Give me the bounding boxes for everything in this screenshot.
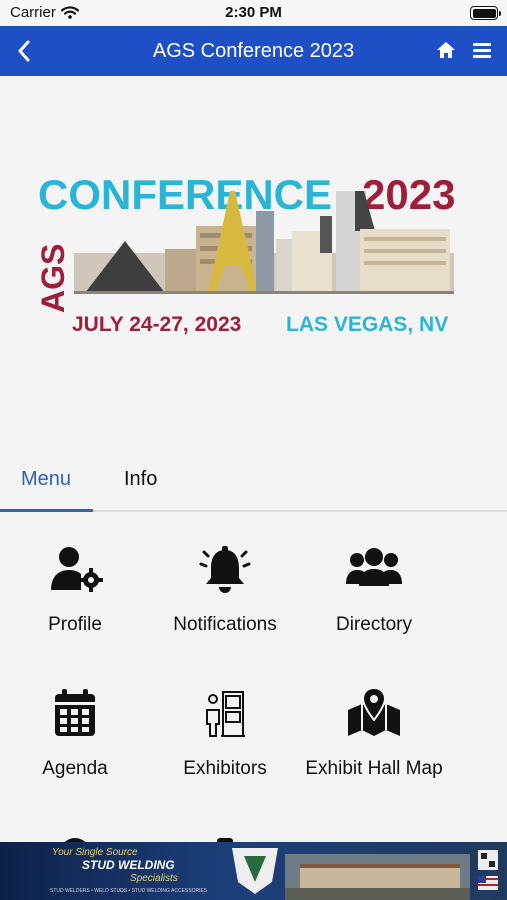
calendar-icon (55, 689, 95, 736)
conference-logo: CONFERENCE 2023 AGS JULY 24-27, 2023 LAS… (35, 171, 455, 336)
navigation-bar: AGS Conference 2023 (0, 26, 507, 76)
ad-tagline: Your Single Source (52, 847, 138, 858)
menu-item-agenda[interactable]: Agenda (0, 688, 155, 779)
users-icon (346, 548, 402, 586)
menu-item-exhibit-hall-map[interactable]: Exhibit Hall Map (294, 688, 454, 779)
ad-subline: Specialists (130, 873, 178, 884)
battery-icon (470, 6, 501, 20)
tab-menu[interactable]: Menu (21, 468, 71, 491)
status-time: 2:30 PM (225, 4, 282, 21)
menu-item-label: Agenda (42, 758, 108, 779)
status-bar: Carrier 2:30 PM (0, 0, 507, 26)
menu-item-label: Exhibit Hall Map (305, 758, 443, 779)
tab-bar: Menu Info (0, 442, 507, 512)
hamburger-icon[interactable] (471, 39, 493, 61)
home-icon[interactable] (435, 39, 457, 61)
logo-dates: JULY 24-27, 2023 (72, 313, 241, 336)
menu-item-exhibitors[interactable]: Exhibitors (145, 688, 305, 779)
menu-item-label: Directory (335, 614, 412, 635)
menu-item-label: Exhibitors (183, 758, 267, 779)
logo-year: 2023 (362, 171, 455, 218)
battery-level (472, 8, 496, 18)
user-gear-icon (51, 547, 103, 592)
bell-icon (199, 546, 251, 593)
map-pin-icon (348, 688, 400, 736)
logo-conference-word: CONFERENCE (38, 171, 332, 218)
logo-location: LAS VEGAS, NV (286, 313, 448, 336)
page-title: AGS Conference 2023 (152, 40, 355, 62)
menu-item-notifications[interactable]: Notifications (145, 544, 305, 635)
menu-item-label: Notifications (173, 614, 277, 635)
menu-grid: Profile Notifications Directory Agenda E… (0, 512, 507, 848)
ad-headline: STUD WELDING (82, 858, 175, 872)
logo-ags: AGS (35, 244, 71, 313)
ad-artwork: Your Single Source STUD WELDING Speciali… (0, 842, 507, 900)
tab-info[interactable]: Info (124, 468, 157, 491)
conference-banner: CONFERENCE 2023 AGS JULY 24-27, 2023 LAS… (0, 76, 507, 442)
menu-item-label: Profile (48, 614, 102, 635)
menu-item-directory[interactable]: Directory (294, 544, 454, 635)
ad-products: STUD WELDERS • WELD STUDS • STUD WELDING… (50, 888, 208, 894)
advertisement-banner[interactable]: Your Single Source STUD WELDING Speciali… (0, 842, 507, 900)
menu-item-profile[interactable]: Profile (0, 544, 155, 635)
exhibitor-booth-icon (206, 691, 245, 737)
